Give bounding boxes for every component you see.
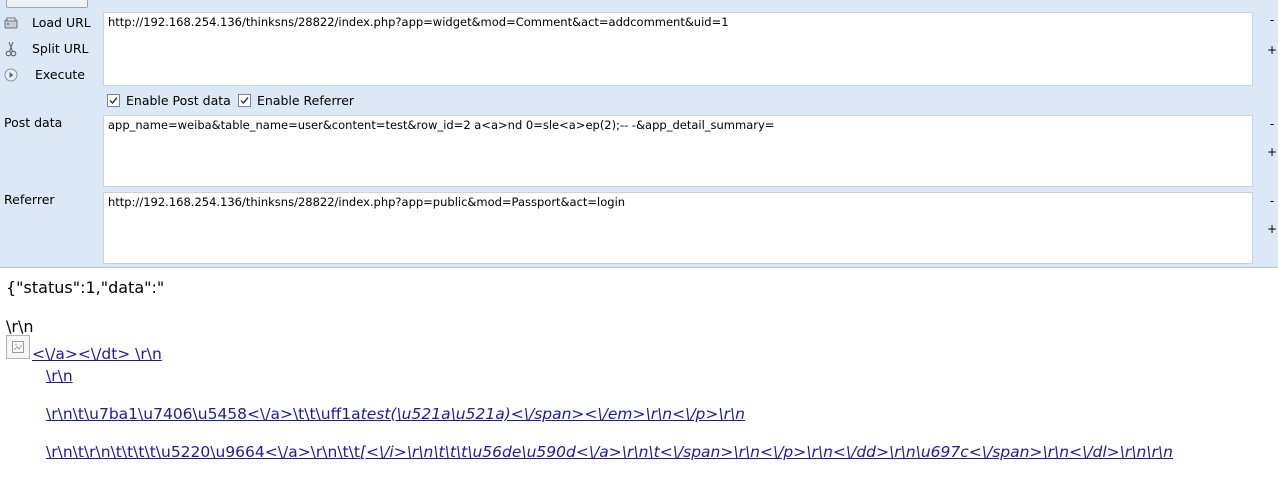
- response-link-4[interactable]: \r\n\t\r\n\t\t\t\t\u5220\u9664<\/a>\r\n\…: [46, 443, 1173, 461]
- response-text-status: {"status":1,"data":": [6, 278, 165, 297]
- referrer-increase-button[interactable]: +: [1267, 222, 1277, 236]
- referrer-label: Referrer: [4, 192, 55, 207]
- broken-image-icon: [6, 335, 30, 359]
- response-link-3-text: \r\n\t\u7ba1\u7406\u5458<\/a>\t\t\uff1a: [46, 405, 361, 423]
- url-field[interactable]: http://192.168.254.136/thinksns/28822/in…: [103, 12, 1253, 86]
- split-url-button[interactable]: Split URL: [0, 38, 100, 60]
- split-url-label: Split URL: [32, 41, 89, 56]
- enable-referrer-checkbox[interactable]: Enable Referrer: [238, 93, 354, 108]
- checkbox-checked-icon: [107, 94, 120, 107]
- response-link-2[interactable]: \r\n: [46, 367, 73, 385]
- response-link-3-italic: test(\u521a\u521a)<\/span><\/em>\r\n<\/p…: [360, 405, 746, 423]
- play-icon: [3, 67, 19, 83]
- execute-button[interactable]: Execute: [0, 64, 100, 86]
- top-tab-stub[interactable]: [6, 0, 88, 8]
- response-link-4-text: \r\n\t\r\n\t\t\t\t\u5220\u9664<\/a>\r\n\…: [46, 443, 360, 461]
- execute-label: Execute: [35, 67, 85, 82]
- enable-post-checkbox[interactable]: Enable Post data: [107, 93, 231, 108]
- load-url-button[interactable]: Load URL: [0, 12, 100, 34]
- post-increase-button[interactable]: +: [1267, 145, 1277, 159]
- enable-post-label: Enable Post data: [126, 93, 231, 108]
- response-text-newline: \r\n: [6, 317, 34, 336]
- scissors-icon: [3, 41, 19, 57]
- checkbox-checked-icon: [238, 94, 251, 107]
- response-link-1[interactable]: <\/a><\/dt> \r\n: [32, 345, 162, 363]
- url-decrease-button[interactable]: -: [1267, 13, 1277, 27]
- url-increase-button[interactable]: +: [1267, 43, 1277, 57]
- load-url-icon: [3, 15, 19, 31]
- referrer-decrease-button[interactable]: -: [1267, 194, 1277, 208]
- load-url-label: Load URL: [32, 15, 91, 30]
- response-link-3[interactable]: \r\n\t\u7ba1\u7406\u5458<\/a>\t\t\uff1at…: [46, 405, 745, 423]
- referrer-field[interactable]: http://192.168.254.136/thinksns/28822/in…: [103, 192, 1253, 264]
- post-data-label: Post data: [4, 115, 63, 130]
- response-link-4-italic: [<\/i>\r\n\t\t\t\u56de\u590d<\/a>\r\n\t<…: [359, 443, 1173, 461]
- post-decrease-button[interactable]: -: [1267, 117, 1277, 131]
- enable-referrer-label: Enable Referrer: [257, 93, 355, 108]
- response-body: {"status":1,"data":" \r\n <\/a><\/dt> \r…: [0, 268, 1278, 483]
- hackbar-panel: Load URL Split URL Execute http://192.16…: [0, 0, 1278, 268]
- post-data-field[interactable]: app_name=weiba&table_name=user&content=t…: [103, 115, 1253, 187]
